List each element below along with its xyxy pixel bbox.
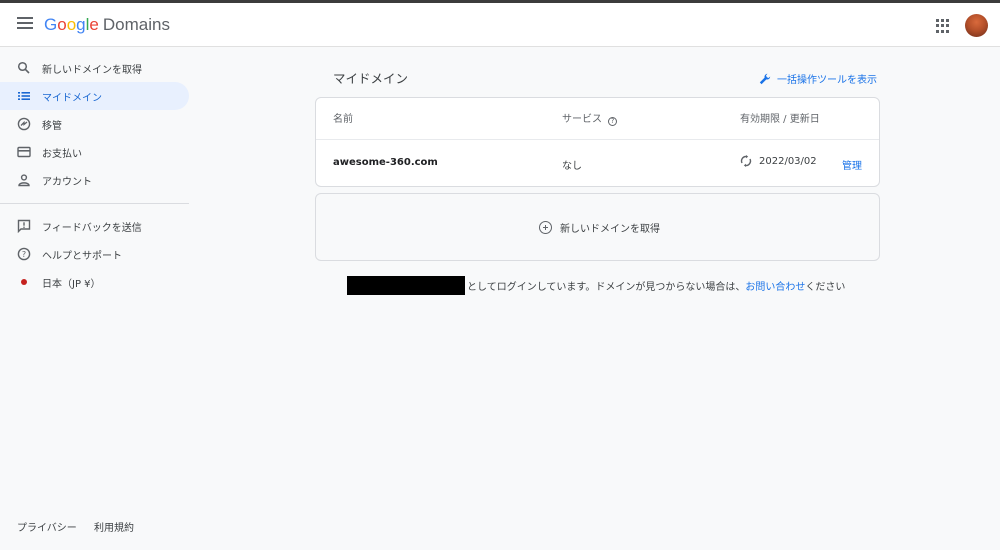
credit-card-icon xyxy=(17,145,31,159)
login-text: としてログインしています。ドメインが見つからない場合は、 xyxy=(467,282,746,293)
apps-grid-icon[interactable] xyxy=(936,19,950,33)
feedback-icon xyxy=(17,219,31,233)
table-header-row: 名前 サービス? 有効期限 / 更新日 xyxy=(316,98,879,140)
bulk-tool-link[interactable]: 一括操作ツールを表示 xyxy=(759,71,877,86)
product-name: Domains xyxy=(102,15,170,34)
red-dot-icon xyxy=(17,275,31,289)
column-header-service: サービス? xyxy=(562,110,617,126)
sidebar-divider xyxy=(0,203,189,204)
manage-link[interactable]: 管理 xyxy=(842,157,862,172)
get-new-domain-button[interactable]: 新しいドメインを取得 xyxy=(315,193,880,261)
column-header-expiry: 有効期限 / 更新日 xyxy=(740,114,820,125)
domain-name[interactable]: awesome-360.com xyxy=(333,157,438,168)
sidebar-item-label: 日本（JP ¥） xyxy=(42,278,101,290)
footer-links: プライバシー 利用規約 xyxy=(17,519,148,534)
get-new-domain-content: 新しいドメインを取得 xyxy=(539,220,660,235)
avatar[interactable] xyxy=(965,14,988,37)
wrench-icon xyxy=(759,73,771,84)
page-title: マイドメイン xyxy=(333,71,409,86)
list-icon xyxy=(17,89,31,103)
sidebar-item-billing[interactable]: お支払い xyxy=(0,138,190,166)
login-suffix: ください xyxy=(805,282,846,293)
bulk-tool-label: 一括操作ツールを表示 xyxy=(777,75,877,86)
sidebar-item-account[interactable]: アカウント xyxy=(0,166,190,194)
sidebar-item-label: お支払い xyxy=(42,148,82,160)
login-status: としてログインしています。ドメインが見つからない場合は、 お問い合わせ ください xyxy=(347,276,845,295)
sidebar-item-label: 新しいドメインを取得 xyxy=(42,64,142,76)
sidebar-item-label: アカウント xyxy=(42,176,92,188)
column-header-name: 名前 xyxy=(333,114,353,125)
sidebar-item-my-domains[interactable]: マイドメイン xyxy=(0,82,189,110)
sidebar-item-get-domain[interactable]: 新しいドメインを取得 xyxy=(0,54,190,82)
help-icon[interactable]: ? xyxy=(608,117,617,126)
domain-expiry: 2022/03/02 xyxy=(740,155,817,167)
redacted-email xyxy=(347,276,465,295)
domain-table: 名前 サービス? 有効期限 / 更新日 awesome-360.com なし 2… xyxy=(315,97,880,187)
sidebar: 新しいドメインを取得 マイドメイン 移管 お支払い アカウント フィードバックを… xyxy=(0,54,190,296)
sidebar-item-label: マイドメイン xyxy=(42,92,102,104)
privacy-link[interactable]: プライバシー xyxy=(17,523,77,534)
sidebar-item-label: ヘルプとサポート xyxy=(42,250,122,262)
add-circle-icon xyxy=(539,221,552,234)
svg-text:?: ? xyxy=(22,250,26,259)
sidebar-item-help[interactable]: ? ヘルプとサポート xyxy=(0,240,190,268)
contact-us-link[interactable]: お問い合わせ xyxy=(745,278,805,293)
google-domains-logo[interactable]: Google Domains xyxy=(44,15,170,35)
search-icon xyxy=(17,61,31,75)
person-icon xyxy=(17,173,31,187)
transfer-icon xyxy=(17,117,31,131)
sidebar-item-feedback[interactable]: フィードバックを送信 xyxy=(0,212,190,240)
sidebar-item-label: フィードバックを送信 xyxy=(42,222,142,234)
top-app-bar: Google Domains xyxy=(0,0,1000,47)
sidebar-item-region[interactable]: 日本（JP ¥） xyxy=(0,268,190,296)
sidebar-item-transfer[interactable]: 移管 xyxy=(0,110,190,138)
hamburger-menu-icon[interactable] xyxy=(17,17,33,31)
auto-renew-icon xyxy=(740,155,752,167)
get-new-domain-label: 新しいドメインを取得 xyxy=(560,224,660,235)
help-icon: ? xyxy=(17,247,31,261)
domain-service: なし xyxy=(562,161,582,172)
sidebar-item-label: 移管 xyxy=(42,120,62,132)
terms-link[interactable]: 利用規約 xyxy=(94,523,134,534)
